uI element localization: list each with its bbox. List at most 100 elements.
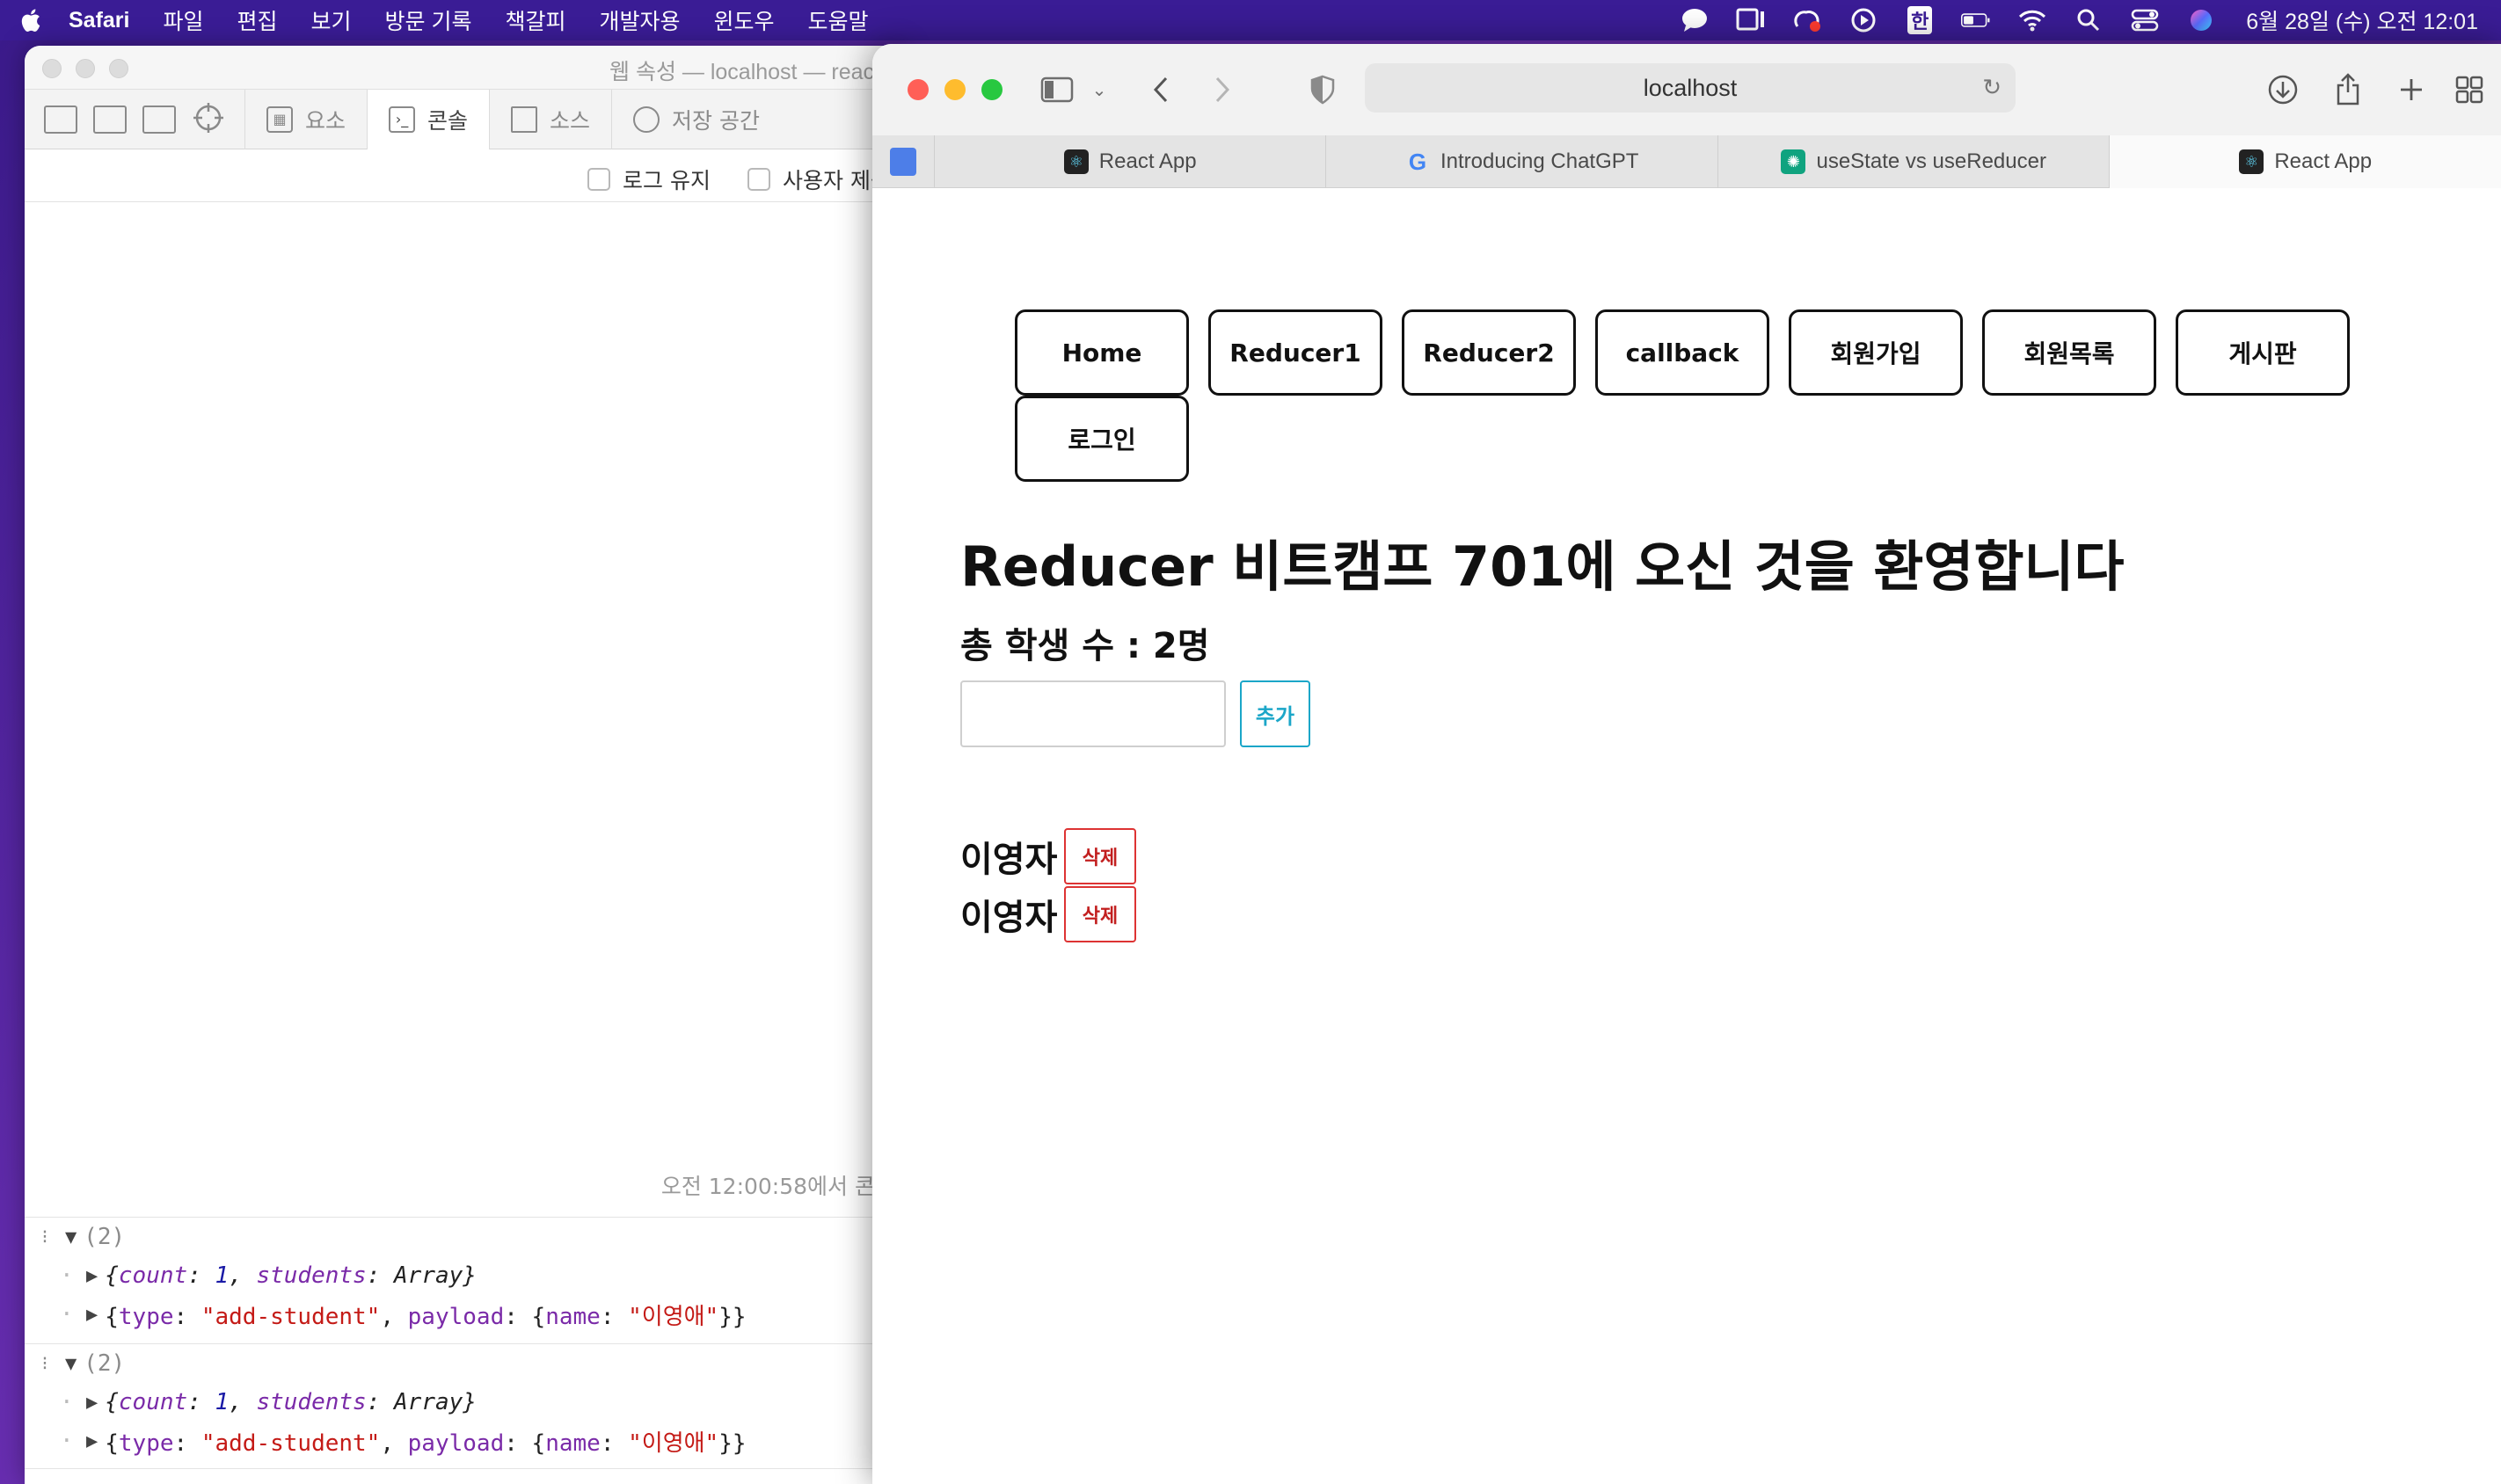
delete-student-button[interactable]: 삭제: [1064, 828, 1136, 884]
control-center-icon[interactable]: [2130, 7, 2160, 33]
web-inspector-window: 웹 속성 — localhost — react ▦ 요소 ›_ 콘솔 소스 저…: [25, 46, 904, 1484]
stage-manager-icon[interactable]: [1736, 7, 1766, 33]
safari-minimize-button[interactable]: [944, 79, 966, 100]
apple-icon[interactable]: [18, 7, 42, 33]
dock-bottom-icon[interactable]: [93, 105, 127, 134]
log-name-value: "이영애": [628, 1429, 719, 1457]
nav-signup-button[interactable]: 회원가입: [1789, 309, 1963, 396]
sidebar-toggle-icon[interactable]: [1039, 74, 1075, 105]
play-icon[interactable]: [1848, 7, 1878, 33]
log-count-value: 1: [215, 1262, 230, 1289]
menu-develop[interactable]: 개발자용: [600, 4, 681, 36]
nav-home-button[interactable]: Home: [1015, 309, 1189, 396]
inspector-close-button[interactable]: [42, 59, 62, 78]
menu-window[interactable]: 윈도우: [714, 4, 775, 36]
preserve-log-box[interactable]: [587, 168, 610, 191]
console-prompt-icon[interactable]: ›: [40, 1480, 56, 1484]
disclosure-collapsed-icon[interactable]: ▶: [86, 1392, 98, 1414]
student-name: 이영자: [960, 898, 1058, 938]
bullet-icon: ·: [60, 1262, 74, 1289]
tab-react-app-2[interactable]: ⚛ React App: [2109, 135, 2501, 188]
menu-help[interactable]: 도움말: [808, 4, 869, 36]
nav-login-button[interactable]: 로그인: [1015, 396, 1189, 482]
privacy-shield-icon[interactable]: [1305, 74, 1340, 105]
element-picker-icon[interactable]: [192, 101, 225, 138]
menu-view[interactable]: 보기: [311, 4, 352, 36]
log-action-object[interactable]: · ▶ {type: "add-student", payload: {name…: [25, 1422, 904, 1460]
menu-history[interactable]: 방문 기록: [385, 4, 472, 36]
user-agent-box[interactable]: [747, 168, 770, 191]
log-header[interactable]: ⁝ ▼ (2): [25, 1344, 904, 1383]
nav-reducer1-button[interactable]: Reducer1: [1208, 309, 1382, 396]
chevron-down-icon[interactable]: ⌄: [1082, 74, 1117, 105]
tab-elements[interactable]: ▦ 요소: [244, 89, 367, 149]
tab-elements-label: 요소: [305, 107, 346, 134]
console-output: 오전 12:00:58에서 콘솔 ⁝ ▼ (2) · ▶ {count: 1, …: [25, 202, 904, 1484]
user-agent-checkbox[interactable]: 사용자 제공: [747, 164, 891, 195]
input-method-label: 한: [1907, 6, 1933, 34]
dock-left-icon[interactable]: [44, 105, 77, 134]
address-bar[interactable]: localhost ↻: [1365, 63, 2016, 113]
log-action-object[interactable]: · ▶ {type: "add-student", payload: {name…: [25, 1295, 904, 1334]
inspector-zoom-button[interactable]: [109, 59, 128, 78]
console-filter-bar: 로그 유지 사용자 제공: [25, 149, 904, 202]
menu-edit[interactable]: 편집: [237, 4, 278, 36]
tab-sources[interactable]: 소스: [489, 89, 611, 149]
student-list-item: 이영자 삭제: [960, 886, 1136, 942]
input-method-icon[interactable]: 한: [1905, 6, 1935, 34]
tab-console[interactable]: ›_ 콘솔: [367, 89, 490, 149]
nav-member-list-button[interactable]: 회원목록: [1982, 309, 2156, 396]
reload-icon[interactable]: ↻: [1982, 74, 2002, 101]
log-state-object[interactable]: · ▶ {count: 1, students: Array}: [25, 1383, 904, 1422]
wifi-icon[interactable]: [2017, 7, 2047, 33]
preserve-log-checkbox[interactable]: 로그 유지: [587, 164, 711, 195]
nav-reducer2-button[interactable]: Reducer2: [1402, 309, 1576, 396]
forward-icon[interactable]: [1205, 74, 1240, 105]
inspector-minimize-button[interactable]: [76, 59, 95, 78]
spotlight-search-icon[interactable]: [2074, 7, 2104, 33]
safari-zoom-button[interactable]: [981, 79, 1003, 100]
tab-usestate-vs-usereducer[interactable]: ✺ useState vs useReducer: [1717, 135, 2110, 188]
inspector-title: 웹 속성 — localhost — react: [609, 60, 880, 84]
disclosure-collapsed-icon[interactable]: ▶: [86, 1265, 98, 1287]
nav-board-button[interactable]: 게시판: [2176, 309, 2350, 396]
add-student-button[interactable]: 추가: [1240, 680, 1310, 747]
tab-react-app-1[interactable]: ⚛ React App: [933, 135, 1326, 188]
battery-icon[interactable]: [1961, 7, 1991, 33]
tab-chatgpt[interactable]: G Introducing ChatGPT: [1325, 135, 1717, 188]
log-level-icon: ⁝: [41, 1352, 48, 1375]
react-icon: ⚛: [2239, 149, 2264, 174]
disclosure-expanded-icon[interactable]: ▼: [65, 1353, 77, 1375]
nav-callback-button[interactable]: callback: [1595, 309, 1769, 396]
log-header[interactable]: ⁝ ▼ (2): [25, 1218, 904, 1256]
delete-student-button[interactable]: 삭제: [1064, 886, 1136, 942]
log-level-icon: ⁝: [41, 1226, 48, 1248]
log-state-object[interactable]: · ▶ {count: 1, students: Array}: [25, 1256, 904, 1295]
tab-label: React App: [1098, 149, 1197, 173]
siri-icon[interactable]: [2186, 7, 2216, 33]
tab-overview-icon[interactable]: [2452, 74, 2487, 105]
dock-right-icon[interactable]: [142, 105, 176, 134]
menu-file[interactable]: 파일: [163, 4, 203, 36]
safari-close-button[interactable]: [908, 79, 929, 100]
disclosure-expanded-icon[interactable]: ▼: [65, 1226, 77, 1248]
menu-clock[interactable]: 6월 28일 (수) 오전 12:01: [2246, 4, 2478, 36]
back-icon[interactable]: [1143, 74, 1178, 105]
share-icon[interactable]: [2330, 73, 2366, 105]
creative-cloud-icon[interactable]: [1792, 7, 1822, 33]
student-name-input[interactable]: [960, 680, 1226, 747]
tab-storage[interactable]: 저장 공간: [611, 89, 781, 149]
menu-bookmarks[interactable]: 책갈피: [505, 4, 565, 36]
new-tab-icon[interactable]: [2394, 74, 2429, 105]
disclosure-collapsed-icon[interactable]: ▶: [86, 1430, 98, 1452]
google-icon: G: [1408, 148, 1427, 175]
address-text: localhost: [1643, 74, 1738, 101]
student-count: 총 학생 수 : 2명: [960, 626, 1210, 666]
menu-app-safari[interactable]: Safari: [69, 8, 129, 33]
tab-label: useState vs useReducer: [1816, 149, 2046, 173]
downloads-icon[interactable]: [2265, 74, 2300, 105]
tab-group-icon[interactable]: [872, 135, 934, 187]
disclosure-collapsed-icon[interactable]: ▶: [86, 1304, 98, 1326]
inspector-window-controls: [42, 59, 128, 78]
messages-icon[interactable]: [1680, 7, 1710, 33]
